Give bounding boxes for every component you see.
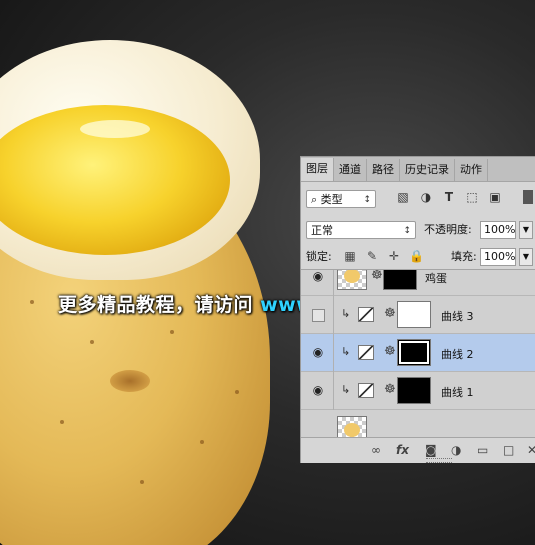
fx-icon[interactable]: fx	[396, 443, 409, 457]
lock-label: 锁定:	[306, 250, 332, 263]
visibility-eye-icon[interactable]: ◉	[310, 384, 326, 396]
layer-name: 曲线 1	[441, 386, 474, 399]
link-chain-icon: ☸	[371, 269, 383, 283]
blend-mode-select[interactable]: 正常 ↕	[306, 221, 416, 239]
layer-row-curves-1[interactable]: ◉ ↳ ☸ 曲线 1	[301, 372, 535, 410]
layer-separator	[333, 270, 334, 296]
visibility-eye-icon[interactable]: ◉	[310, 346, 326, 358]
panel-resize-grip[interactable]	[426, 458, 452, 463]
potato-dot	[200, 440, 204, 444]
tab-history[interactable]: 历史记录	[400, 159, 455, 181]
layer-list: ◉ ☸ 鸡蛋 ↳ ☸ 曲线 3 ◉ ↳ ☸ 曲线 2 ◉ ↳ ☸ 曲线 1	[301, 269, 535, 437]
lock-row: 锁定: ▦ ✎ ✛ 🔒 填充: 100% ▼	[301, 246, 535, 268]
filter-kind-select[interactable]: ⌕ 类型 ↕	[306, 190, 376, 208]
shape-filter-icon[interactable]: ⬚	[465, 190, 479, 204]
link-chain-icon: ☸	[384, 382, 396, 397]
filter-toggle-switch[interactable]	[523, 190, 533, 204]
layer-separator	[333, 334, 334, 372]
filter-kind-value: 类型	[320, 193, 343, 206]
layer-name: 曲线 2	[441, 348, 474, 361]
fill-label: 填充:	[451, 250, 477, 263]
visibility-eye-icon[interactable]: ◉	[310, 270, 326, 282]
tab-actions[interactable]: 动作	[455, 159, 488, 181]
opacity-label: 不透明度:	[424, 223, 472, 236]
opacity-dropdown-button[interactable]: ▼	[519, 221, 533, 239]
lock-image-icon[interactable]: ✎	[365, 249, 379, 263]
lock-all-icon[interactable]: 🔒	[409, 249, 424, 263]
filter-row: ⌕ 类型 ↕ ▧ ◑ T ⬚ ▣	[301, 187, 535, 211]
blend-row: 正常 ↕ 不透明度: 100% ▼	[301, 219, 535, 241]
opacity-input[interactable]: 100%	[480, 221, 516, 239]
layer-mask-thumbnail[interactable]	[397, 377, 431, 404]
tab-layers[interactable]: 图层	[301, 158, 334, 181]
delete-layer-icon[interactable]: ✕	[527, 443, 535, 457]
layers-panel: 图层 通道 路径 历史记录 动作 ⌕ 类型 ↕ ▧ ◑ T ⬚ ▣ 正常 ↕ 不…	[300, 156, 535, 463]
layer-separator	[333, 296, 334, 334]
new-layer-icon[interactable]: □	[503, 443, 514, 457]
lock-transparent-icon[interactable]: ▦	[343, 249, 357, 263]
layer-mask-thumbnail[interactable]	[383, 270, 417, 290]
layer-row-partial[interactable]	[301, 410, 535, 437]
tab-channels[interactable]: 通道	[334, 159, 367, 181]
layer-row-egg[interactable]: ◉ ☸ 鸡蛋	[301, 269, 535, 296]
add-mask-icon[interactable]: ◙	[425, 443, 437, 457]
potato-dot	[140, 480, 144, 484]
layer-mask-thumbnail[interactable]	[397, 339, 431, 366]
chevron-updown-icon: ↕	[363, 195, 371, 205]
chevron-updown-icon: ↕	[403, 226, 411, 236]
potato-dot	[90, 340, 94, 344]
layer-name: 鸡蛋	[425, 272, 447, 285]
potato-dot	[60, 420, 64, 424]
visibility-off-box[interactable]	[312, 309, 325, 322]
layer-thumbnail	[337, 416, 367, 437]
watermark-text: 更多精品教程，请访问	[58, 294, 261, 316]
curves-adjustment-icon	[358, 345, 374, 360]
layer-row-curves-3[interactable]: ↳ ☸ 曲线 3	[301, 296, 535, 334]
fill-input[interactable]: 100%	[480, 248, 516, 266]
smart-object-filter-icon[interactable]: ▣	[488, 190, 502, 204]
lock-position-icon[interactable]: ✛	[387, 249, 401, 263]
clip-arrow-icon: ↳	[341, 307, 351, 320]
layer-mask-thumbnail[interactable]	[397, 301, 431, 328]
potato-dot	[30, 300, 34, 304]
layer-separator	[333, 372, 334, 410]
tab-paths[interactable]: 路径	[367, 159, 400, 181]
layer-name: 曲线 3	[441, 310, 474, 323]
layers-bottom-toolbar: ∞ fx ◙ ◑ ▭ □ ✕	[301, 437, 535, 463]
adjustment-filter-icon[interactable]: ◑	[419, 190, 433, 204]
clip-arrow-icon: ↳	[341, 345, 351, 358]
potato-dot	[235, 390, 239, 394]
layer-thumbnail	[337, 270, 367, 290]
group-folder-icon[interactable]: ▭	[477, 443, 488, 457]
panel-tabs: 图层 通道 路径 历史记录 动作	[301, 157, 535, 182]
layer-row-curves-2[interactable]: ◉ ↳ ☸ 曲线 2	[301, 334, 535, 372]
link-chain-icon: ☸	[384, 306, 396, 321]
search-icon: ⌕	[311, 193, 318, 206]
link-layers-icon[interactable]: ∞	[371, 443, 381, 457]
curves-adjustment-icon	[358, 307, 374, 322]
image-filter-icon[interactable]: ▧	[396, 190, 410, 204]
link-chain-icon: ☸	[384, 344, 396, 359]
blend-mode-value: 正常	[311, 224, 333, 237]
potato-dot	[170, 330, 174, 334]
type-filter-icon[interactable]: T	[442, 190, 456, 204]
clip-arrow-icon: ↳	[341, 383, 351, 396]
yolk-highlight	[80, 120, 150, 138]
potato-eye	[110, 370, 150, 392]
fill-dropdown-button[interactable]: ▼	[519, 248, 533, 266]
adjustment-layer-icon[interactable]: ◑	[451, 443, 461, 457]
curves-adjustment-icon	[358, 383, 374, 398]
